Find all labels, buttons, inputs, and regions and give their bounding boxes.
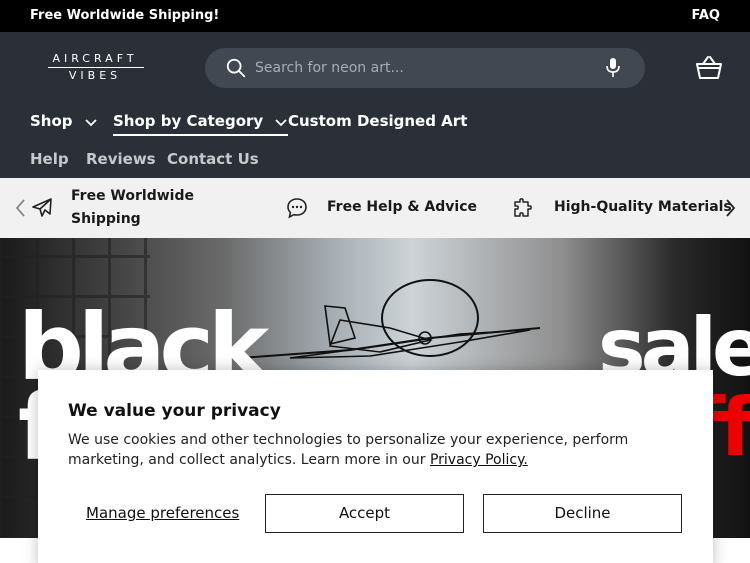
announcement-bar: Free Worldwide Shipping! FAQ [0, 0, 750, 32]
manage-preferences-link[interactable]: Manage preferences [86, 504, 239, 522]
search-icon[interactable] [225, 57, 247, 79]
nav-custom-label: Custom Designed Art [288, 112, 468, 130]
nav-help[interactable]: Help [30, 150, 69, 168]
chevron-right-icon[interactable] [725, 198, 737, 218]
chat-bubble-icon [287, 198, 307, 219]
benefit-materials: High-Quality Materials [512, 178, 732, 238]
cookie-body-text: We use cookies and other technologies to… [68, 432, 629, 468]
site-header: AIRCRAFT VIBES Shop Shop by Category [0, 32, 750, 178]
nav-shop-by-category[interactable]: Shop by Category [113, 112, 289, 136]
microphone-icon[interactable] [603, 57, 623, 79]
airplane-icon [32, 198, 52, 217]
benefit-shipping: Free Worldwide Shipping [30, 178, 230, 238]
benefit-shipping-line1: Free Worldwide [71, 188, 194, 204]
logo-line1: AIRCRAFT [52, 52, 138, 65]
nav-contact-us[interactable]: Contact Us [167, 150, 259, 168]
logo-line2: VIBES [68, 69, 122, 82]
cookie-body: We use cookies and other technologies to… [68, 430, 668, 470]
faq-link[interactable]: FAQ [691, 8, 720, 23]
benefit-shipping-line2: Shipping [71, 211, 141, 227]
nav-reviews[interactable]: Reviews [86, 150, 156, 168]
chevron-down-icon [85, 118, 97, 126]
benefit-help-label: Free Help & Advice [327, 199, 478, 215]
nav-shop[interactable]: Shop [30, 112, 98, 130]
nav-shop-label: Shop [30, 112, 73, 130]
benefit-help: Free Help & Advice [286, 178, 486, 238]
privacy-policy-link[interactable]: Privacy Policy. [430, 452, 528, 468]
benefits-strip: Free Worldwide Shipping Free Help & Advi… [0, 178, 750, 238]
basket-icon[interactable] [694, 54, 724, 82]
puzzle-piece-icon [514, 198, 532, 217]
logo-divider [48, 67, 144, 68]
cookie-consent-dialog: We value your privacy We use cookies and… [38, 370, 713, 563]
nav-custom-designed-art[interactable]: Custom Designed Art [288, 112, 467, 130]
search-input[interactable] [255, 56, 595, 80]
cookie-title: We value your privacy [68, 401, 281, 421]
site-logo[interactable]: AIRCRAFT VIBES [40, 52, 150, 83]
benefit-materials-label: High-Quality Materials [554, 199, 732, 215]
nav-category-label: Shop by Category [113, 112, 264, 130]
chevron-down-icon [275, 118, 288, 126]
chevron-left-icon[interactable] [14, 198, 26, 218]
search-bar[interactable] [205, 48, 645, 88]
accept-button[interactable]: Accept [265, 494, 464, 533]
announcement-text: Free Worldwide Shipping! [30, 8, 220, 23]
active-nav-underline [113, 134, 289, 136]
decline-button[interactable]: Decline [483, 494, 682, 533]
